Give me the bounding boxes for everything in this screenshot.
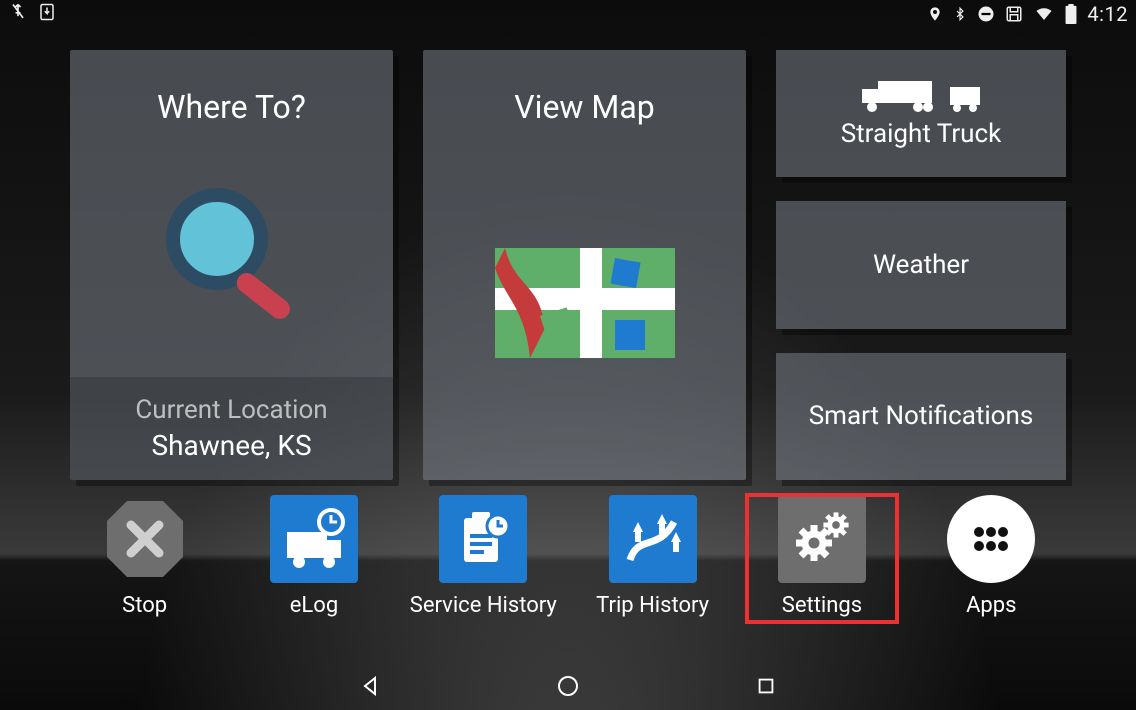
- dock: Stop eLog: [0, 495, 1136, 650]
- truck-icon: [860, 79, 982, 113]
- dock-trip-history[interactable]: Trip History: [578, 495, 728, 618]
- bluetooth-icon: [953, 4, 967, 24]
- dock-label: Apps: [966, 593, 1016, 618]
- nav-bar: [0, 662, 1136, 710]
- view-map-title: View Map: [514, 88, 654, 126]
- location-icon: [927, 4, 943, 24]
- dock-label: Trip History: [596, 593, 709, 618]
- dock-apps[interactable]: Apps: [916, 495, 1066, 618]
- dock-label: Stop: [122, 593, 167, 618]
- trip-history-icon: [609, 495, 697, 583]
- service-history-icon: [439, 495, 527, 583]
- download-icon: [38, 2, 56, 26]
- map-icon: [485, 126, 685, 480]
- nav-home[interactable]: [554, 672, 582, 700]
- weather-tile[interactable]: Weather: [776, 201, 1066, 328]
- where-to-title: Where To?: [157, 88, 306, 126]
- home-tiles: Where To? Current Location Shawnee, KS V…: [70, 50, 1066, 480]
- elog-icon: [270, 495, 358, 583]
- where-to-tile[interactable]: Where To? Current Location Shawnee, KS: [70, 50, 393, 480]
- vehicle-profile-label: Straight Truck: [841, 119, 1002, 149]
- nav-recent[interactable]: [752, 672, 780, 700]
- weather-label: Weather: [873, 250, 969, 280]
- apps-icon: [947, 495, 1035, 583]
- vehicle-profile-tile[interactable]: Straight Truck: [776, 50, 1066, 177]
- dock-label: Service History: [410, 593, 557, 618]
- view-map-tile[interactable]: View Map: [423, 50, 746, 480]
- current-location-label: Current Location: [135, 395, 327, 425]
- status-bar: 4:12: [0, 0, 1136, 28]
- where-to-footer: Current Location Shawnee, KS: [70, 377, 393, 480]
- settings-icon: [778, 495, 866, 583]
- dock-settings[interactable]: Settings: [747, 495, 897, 622]
- current-location-value: Shawnee, KS: [151, 429, 311, 462]
- dock-service-history[interactable]: Service History: [408, 495, 558, 618]
- usb-disabled-icon: [8, 2, 28, 27]
- smart-notifications-label: Smart Notifications: [809, 401, 1034, 431]
- wifi-icon: [1033, 5, 1055, 23]
- dock-elog[interactable]: eLog: [239, 495, 389, 618]
- stop-icon: [101, 495, 189, 583]
- dock-label: eLog: [290, 593, 338, 618]
- nav-back[interactable]: [356, 672, 384, 700]
- dock-stop[interactable]: Stop: [70, 495, 220, 618]
- dock-label: Settings: [782, 593, 862, 618]
- do-not-disturb-icon: [977, 5, 995, 23]
- clock: 4:12: [1087, 2, 1128, 26]
- save-icon: [1005, 5, 1023, 23]
- smart-notifications-tile[interactable]: Smart Notifications: [776, 353, 1066, 480]
- battery-icon: [1065, 4, 1077, 24]
- search-icon: [147, 126, 317, 377]
